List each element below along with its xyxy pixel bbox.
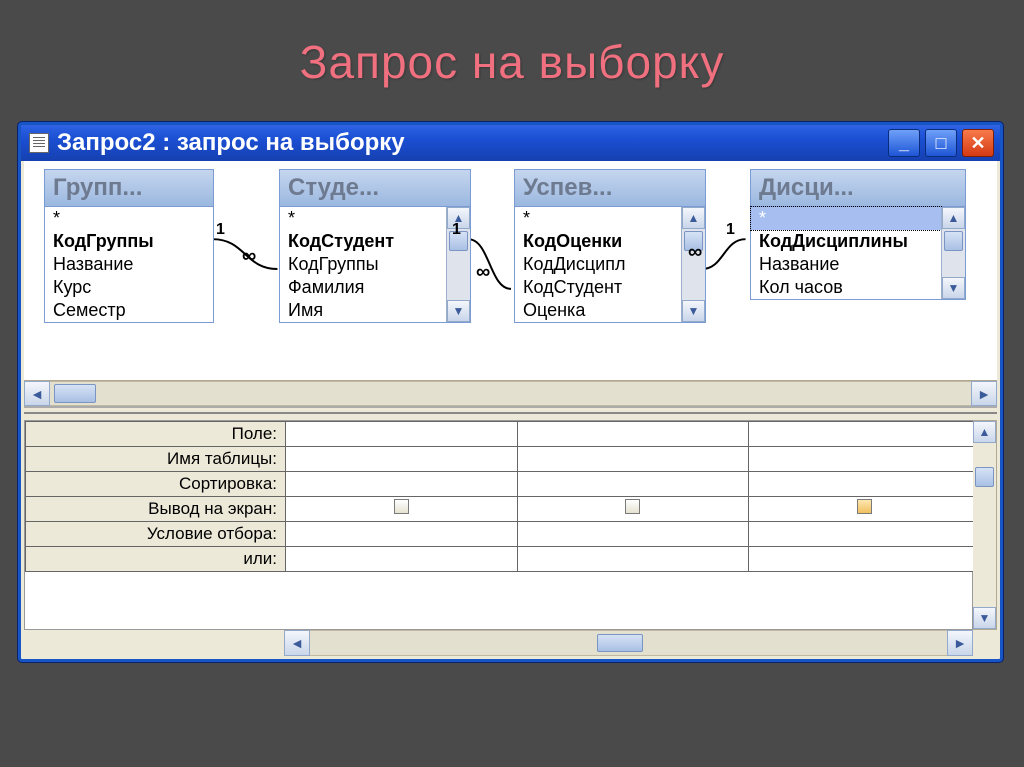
grid-cell[interactable] (749, 547, 981, 572)
window-icon (29, 133, 49, 153)
scroll-up-button[interactable]: ▲ (682, 207, 705, 229)
grid-cell[interactable] (749, 497, 981, 522)
scroll-left-button[interactable]: ◄ (24, 381, 50, 406)
relation-many-label: ∞ (242, 245, 256, 268)
window-title: Запрос2 : запрос на выборку (57, 129, 405, 157)
scroll-down-button[interactable]: ▼ (973, 607, 996, 629)
show-checkbox[interactable] (857, 499, 872, 514)
table-title[interactable]: Групп... (45, 170, 213, 207)
grid-cell[interactable] (286, 472, 518, 497)
field-list-scroll[interactable]: ▲▼ (941, 207, 965, 299)
grid-row-header: Вывод на экран: (26, 497, 286, 522)
grid-cell[interactable] (286, 522, 518, 547)
grid-cell[interactable] (286, 447, 518, 472)
grid-cell[interactable] (286, 422, 518, 447)
scroll-thumb[interactable] (597, 634, 643, 652)
scroll-track[interactable] (50, 381, 971, 406)
table-box[interactable]: Студе...*КодСтудентКодГруппыФамилияИмя▲▼ (279, 169, 471, 323)
design-grid-pane: Поле:Имя таблицы:Сортировка:Вывод на экр… (24, 414, 997, 656)
grid-vscroll[interactable]: ▲ ▼ (973, 420, 997, 630)
grid-cell[interactable] (749, 472, 981, 497)
show-checkbox[interactable] (625, 499, 640, 514)
grid-cell[interactable] (286, 497, 518, 522)
field-item[interactable]: КодДисциплины (751, 230, 941, 253)
table-title[interactable]: Успев... (515, 170, 705, 207)
grid-cell[interactable] (517, 522, 749, 547)
field-item[interactable]: * (45, 207, 213, 230)
field-item[interactable]: КодГруппы (280, 253, 446, 276)
scroll-down-button[interactable]: ▼ (447, 300, 470, 322)
grid-cell[interactable] (517, 472, 749, 497)
grid-cell[interactable] (517, 422, 749, 447)
field-list-scroll[interactable]: ▲▼ (681, 207, 705, 322)
field-item[interactable]: КодДисципл (515, 253, 681, 276)
table-title[interactable]: Дисци... (751, 170, 965, 207)
client-area: Групп...*КодГруппыНазваниеКурсСеместрСту… (24, 161, 997, 656)
grid-row-header: Поле: (26, 422, 286, 447)
scroll-right-button[interactable]: ► (971, 381, 997, 406)
maximize-button[interactable]: □ (925, 129, 957, 157)
relation-many-label: ∞ (688, 241, 702, 264)
design-grid[interactable]: Поле:Имя таблицы:Сортировка:Вывод на экр… (24, 420, 973, 630)
grid-cell[interactable] (749, 522, 981, 547)
scroll-thumb[interactable] (54, 384, 96, 403)
pane-splitter[interactable] (24, 406, 997, 414)
grid-row-header: Условие отбора: (26, 522, 286, 547)
field-item[interactable]: КодГруппы (45, 230, 213, 253)
grid-cell[interactable] (749, 422, 981, 447)
grid-cell[interactable] (749, 447, 981, 472)
relation-many-label: ∞ (476, 261, 490, 284)
scroll-down-button[interactable]: ▼ (942, 277, 965, 299)
show-checkbox[interactable] (394, 499, 409, 514)
field-item[interactable]: КодСтудент (280, 230, 446, 253)
relation-one-label: 1 (726, 221, 735, 239)
relation-one-label: 1 (452, 221, 461, 239)
scroll-left-button[interactable]: ◄ (284, 630, 310, 656)
table-box[interactable]: Групп...*КодГруппыНазваниеКурсСеместр (44, 169, 214, 323)
table-title[interactable]: Студе... (280, 170, 470, 207)
grid-cell[interactable] (517, 547, 749, 572)
grid-row-header: Сортировка: (26, 472, 286, 497)
field-item[interactable]: Кол часов (751, 276, 941, 299)
scroll-up-button[interactable]: ▲ (942, 207, 965, 229)
minimize-button[interactable]: _ (888, 129, 920, 157)
relations-pane: Групп...*КодГруппыНазваниеКурсСеместрСту… (24, 161, 997, 406)
grid-cell[interactable] (517, 497, 749, 522)
scroll-right-button[interactable]: ► (947, 630, 973, 656)
field-item[interactable]: КодСтудент (515, 276, 681, 299)
scroll-thumb[interactable] (975, 467, 994, 487)
grid-hscroll[interactable]: ◄ ► (284, 630, 973, 656)
field-item[interactable]: Название (45, 253, 213, 276)
relation-one-label: 1 (216, 221, 225, 239)
scroll-thumb[interactable] (944, 231, 963, 251)
field-item[interactable]: * (751, 207, 941, 230)
grid-row-header: Имя таблицы: (26, 447, 286, 472)
field-item[interactable]: Семестр (45, 299, 213, 322)
table-box[interactable]: Успев...*КодОценкиКодДисциплКодСтудентОц… (514, 169, 706, 323)
scroll-down-button[interactable]: ▼ (682, 300, 705, 322)
scroll-track[interactable] (310, 630, 947, 656)
field-item[interactable]: Курс (45, 276, 213, 299)
relations-hscroll[interactable]: ◄ ► (24, 380, 997, 406)
grid-cell[interactable] (286, 547, 518, 572)
field-item[interactable]: * (280, 207, 446, 230)
grid-row-header: или: (26, 547, 286, 572)
close-button[interactable]: ✕ (962, 129, 994, 157)
field-item[interactable]: КодОценки (515, 230, 681, 253)
field-item[interactable]: * (515, 207, 681, 230)
grid-cell[interactable] (517, 447, 749, 472)
query-window: Запрос2 : запрос на выборку _ □ ✕ Групп.… (18, 122, 1003, 662)
field-item[interactable]: Фамилия (280, 276, 446, 299)
relations-canvas[interactable]: Групп...*КодГруппыНазваниеКурсСеместрСту… (24, 161, 997, 380)
scroll-up-button[interactable]: ▲ (973, 421, 996, 443)
field-item[interactable]: Оценка (515, 299, 681, 322)
page-heading: Запрос на выборку (0, 0, 1024, 99)
field-item[interactable]: Имя (280, 299, 446, 322)
field-item[interactable]: Название (751, 253, 941, 276)
titlebar[interactable]: Запрос2 : запрос на выборку _ □ ✕ (21, 125, 1000, 161)
table-box[interactable]: Дисци...*КодДисциплиныНазваниеКол часов▲… (750, 169, 966, 300)
